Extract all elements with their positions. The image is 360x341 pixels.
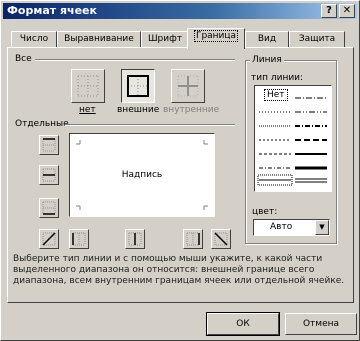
- line-group-label: Линия: [250, 55, 284, 65]
- border-top-button[interactable]: [39, 135, 59, 155]
- diagonal-up-icon: [42, 232, 56, 246]
- ok-button[interactable]: ОК: [206, 312, 280, 336]
- border-inside-icon: [177, 75, 199, 97]
- border-top-icon: [42, 138, 56, 152]
- format-cells-dialog: Формат ячеек ? ✕ Число Выравнивание Шриф…: [0, 0, 360, 341]
- window-title: Формат ячеек: [7, 4, 97, 17]
- border-right-icon: [186, 232, 200, 246]
- border-none-icon: [77, 75, 99, 97]
- preview-text: Надпись: [121, 170, 163, 180]
- individual-section-label: Отдельные: [15, 119, 69, 129]
- preset-outline-button[interactable]: [121, 69, 155, 103]
- line-color-value: Авто: [270, 222, 293, 232]
- line-type-label: тип линии:: [251, 73, 304, 83]
- line-color-select[interactable]: Авто ▼: [253, 219, 330, 236]
- border-inside-vertical-button[interactable]: [125, 229, 145, 249]
- border-bottom-icon: [42, 201, 56, 215]
- border-left-icon: [72, 232, 86, 246]
- border-horizontal-icon: [42, 168, 56, 182]
- border-vertical-icon: [128, 232, 142, 246]
- preset-none-button[interactable]: [71, 69, 105, 103]
- line-color-label: цвет:: [252, 207, 278, 217]
- border-outline-icon: [127, 75, 149, 97]
- tab-font[interactable]: Шрифт: [141, 31, 189, 48]
- border-diagonal-up-button[interactable]: [39, 229, 59, 249]
- tab-number[interactable]: Число: [11, 31, 57, 48]
- help-button[interactable]: ?: [321, 4, 337, 18]
- individual-divider: [65, 124, 235, 126]
- tab-alignment[interactable]: Выравнивание: [57, 31, 141, 48]
- line-styles-icon: [257, 97, 327, 186]
- cancel-button[interactable]: Отмена: [285, 313, 357, 335]
- preset-outline-label: внешние: [117, 105, 160, 115]
- presets-divider: [35, 59, 235, 61]
- chevron-down-icon[interactable]: ▼: [315, 220, 329, 235]
- border-bottom-button[interactable]: [39, 198, 59, 218]
- border-right-button[interactable]: [183, 229, 203, 249]
- presets-section-label: Все: [15, 54, 32, 64]
- border-left-button[interactable]: [69, 229, 89, 249]
- tab-patterns[interactable]: Вид: [245, 31, 289, 48]
- preset-none-label: нет: [79, 105, 96, 115]
- border-preview[interactable]: Надпись: [69, 133, 215, 217]
- preset-inside-button[interactable]: [171, 69, 205, 103]
- tab-protection[interactable]: Защита: [289, 31, 345, 48]
- diagonal-down-icon: [214, 232, 228, 246]
- border-inside-horizontal-button[interactable]: [39, 165, 59, 185]
- title-bar[interactable]: Формат ячеек ? ✕: [3, 3, 357, 19]
- help-text: Выберите тип линии и с помощью мыши укаж…: [13, 254, 345, 286]
- line-style-list[interactable]: Нет: [254, 85, 332, 192]
- border-diagonal-down-button[interactable]: [211, 229, 231, 249]
- close-button[interactable]: ✕: [339, 4, 355, 18]
- preset-inside-label: внутренние: [163, 105, 220, 115]
- tab-border[interactable]: Граница: [187, 28, 245, 49]
